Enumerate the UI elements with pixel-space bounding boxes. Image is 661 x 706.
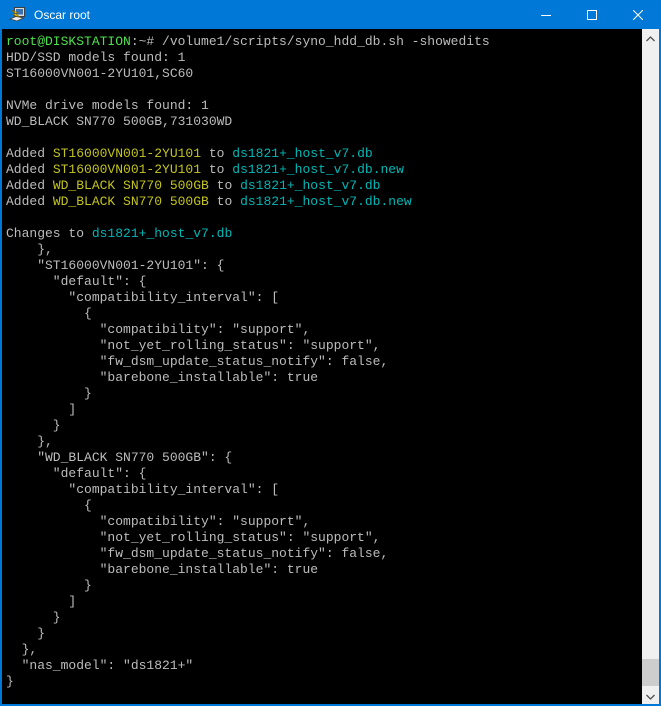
terminal-line: } (6, 578, 642, 594)
terminal-line: "fw_dsm_update_status_notify": false, (6, 546, 642, 562)
terminal-line: "default": { (6, 466, 642, 482)
terminal-line: { (6, 306, 642, 322)
terminal-line: ] (6, 594, 642, 610)
window-controls (523, 0, 661, 29)
terminal-line: "fw_dsm_update_status_notify": false, (6, 354, 642, 370)
terminal-line: NVMe drive models found: 1 (6, 98, 642, 114)
terminal-line: } (6, 610, 642, 626)
maximize-icon (587, 10, 597, 20)
minimize-button[interactable] (523, 0, 569, 29)
close-icon (633, 10, 643, 20)
maximize-button[interactable] (569, 0, 615, 29)
scroll-up-button[interactable] (642, 29, 659, 46)
terminal-line: } (6, 674, 642, 690)
terminal-line (6, 210, 642, 226)
terminal-line: "compatibility": "support", (6, 514, 642, 530)
terminal-line: } (6, 386, 642, 402)
terminal-line: ST16000VN001-2YU101,SC60 (6, 66, 642, 82)
terminal-line: "not_yet_rolling_status": "support", (6, 338, 642, 354)
scrollbar[interactable] (642, 29, 659, 704)
terminal-line: "nas_model": "ds1821+" (6, 658, 642, 674)
terminal-line: }, (6, 434, 642, 450)
terminal-line: "WD_BLACK SN770 500GB": { (6, 450, 642, 466)
title-bar[interactable]: Oscar root (0, 0, 661, 29)
terminal-line: }, (6, 242, 642, 258)
terminal-line: Added ST16000VN001-2YU101 to ds1821+_hos… (6, 162, 642, 178)
terminal-line: } (6, 418, 642, 434)
terminal-line: }, (6, 642, 642, 658)
minimize-icon (541, 10, 551, 20)
terminal-line: ] (6, 402, 642, 418)
chevron-up-icon (646, 29, 655, 47)
terminal-line: Added WD_BLACK SN770 500GB to ds1821+_ho… (6, 178, 642, 194)
terminal-line: "not_yet_rolling_status": "support", (6, 530, 642, 546)
terminal-line: } (6, 626, 642, 642)
terminal-line: "ST16000VN001-2YU101": { (6, 258, 642, 274)
chevron-down-icon (646, 687, 655, 705)
window-title: Oscar root (34, 8, 523, 22)
putty-window: Oscar root ro (0, 0, 661, 706)
terminal-line: HDD/SSD models found: 1 (6, 50, 642, 66)
terminal-line: root@DISKSTATION:~# /volume1/scripts/syn… (6, 34, 642, 50)
window-body: root@DISKSTATION:~# /volume1/scripts/syn… (2, 29, 659, 704)
terminal-line: "barebone_installable": true (6, 370, 642, 386)
terminal-output[interactable]: root@DISKSTATION:~# /volume1/scripts/syn… (2, 29, 642, 704)
terminal-line: Added ST16000VN001-2YU101 to ds1821+_hos… (6, 146, 642, 162)
terminal-line: "barebone_installable": true (6, 562, 642, 578)
terminal-line: "compatibility_interval": [ (6, 290, 642, 306)
terminal-line: { (6, 498, 642, 514)
scrollbar-thumb[interactable] (642, 659, 659, 686)
terminal-line: "compatibility": "support", (6, 322, 642, 338)
terminal-line: "default": { (6, 274, 642, 290)
scroll-down-button[interactable] (642, 687, 659, 704)
close-button[interactable] (615, 0, 661, 29)
terminal-line: "compatibility_interval": [ (6, 482, 642, 498)
terminal-line: WD_BLACK SN770 500GB,731030WD (6, 114, 642, 130)
terminal-line: Added WD_BLACK SN770 500GB to ds1821+_ho… (6, 194, 642, 210)
putty-icon (8, 7, 26, 23)
terminal-line: Changes to ds1821+_host_v7.db (6, 226, 642, 242)
terminal-line (6, 82, 642, 98)
terminal-line (6, 130, 642, 146)
